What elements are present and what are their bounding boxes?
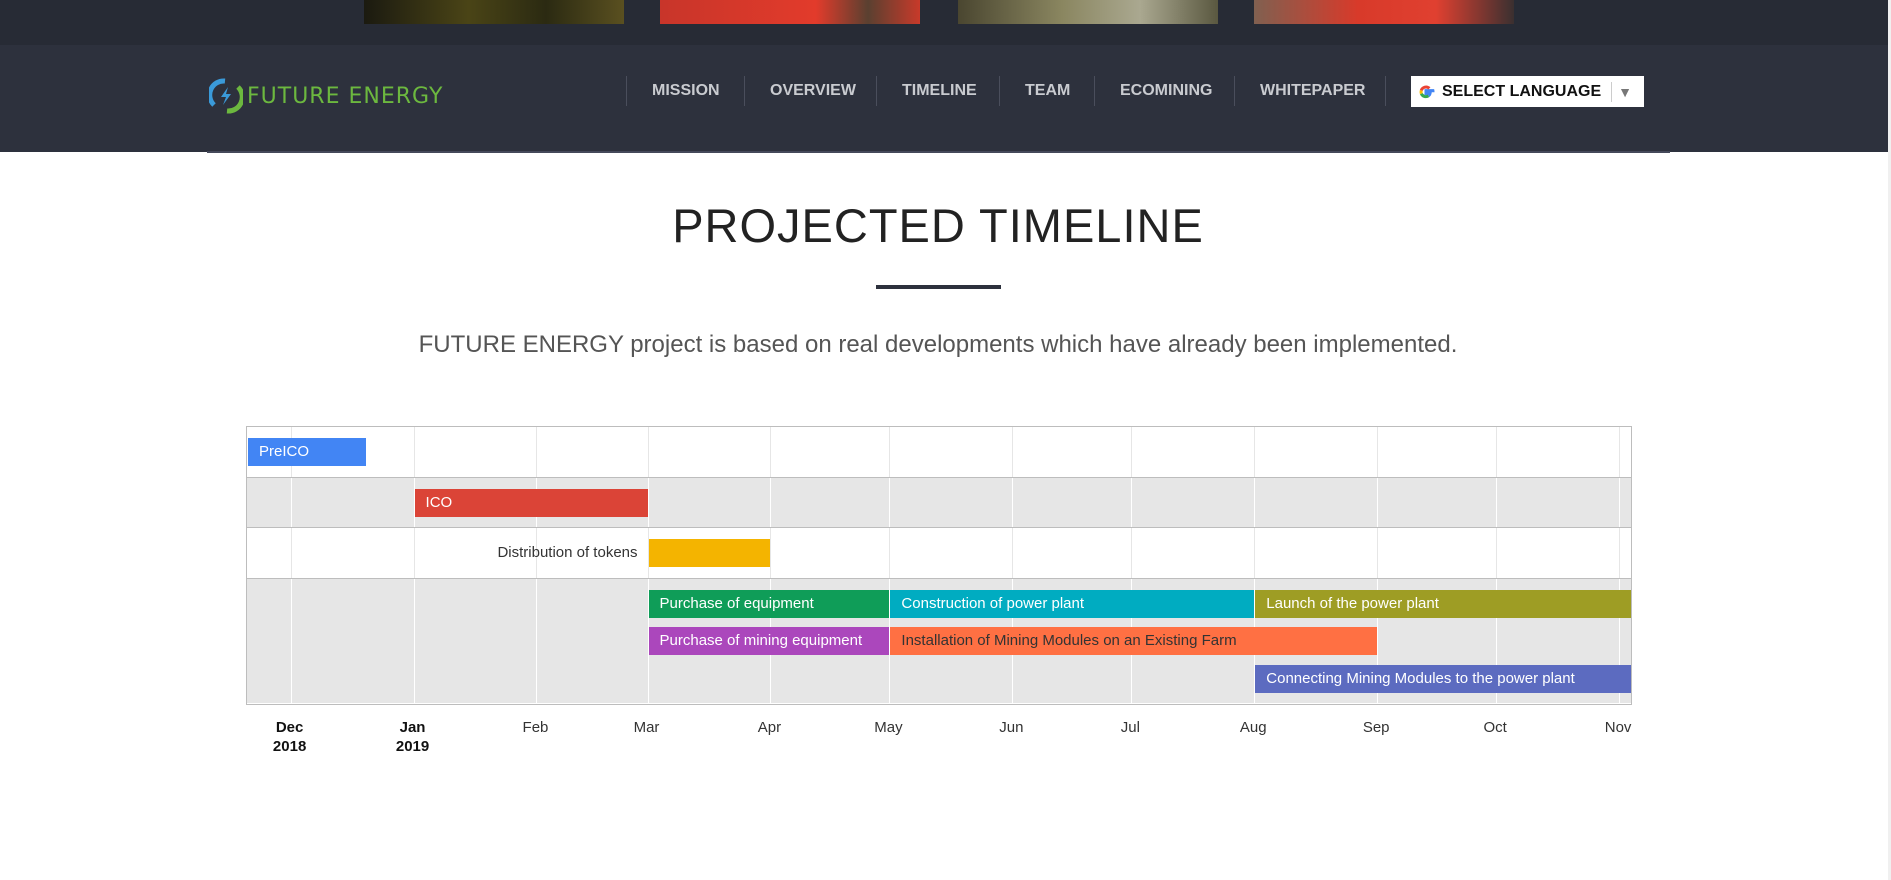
- gridline: [647, 427, 649, 477]
- tick-month: Dec: [275, 719, 304, 736]
- timeline-chart: PreICO ICO Distribution of tokens Purchase …: [246, 426, 1632, 705]
- axis-tick-label: Jul: [1090, 718, 1170, 737]
- gridline: [290, 528, 292, 578]
- gridline: [889, 528, 891, 578]
- logo[interactable]: FUTURE ENERGY: [209, 78, 443, 114]
- tick-month: Jul: [1120, 719, 1140, 736]
- gridline: [290, 477, 292, 527]
- navbar-divider: [207, 151, 1670, 153]
- timeline-bar[interactable]: ICO: [414, 488, 648, 517]
- nav-team[interactable]: TEAM: [999, 76, 1070, 106]
- timeline-bar[interactable]: PreICO: [248, 438, 366, 466]
- gridline: [1496, 427, 1498, 477]
- nav-separator: [1385, 76, 1386, 106]
- axis-tick-label: Jun: [971, 718, 1051, 737]
- gridline: [413, 578, 415, 703]
- nav-ecomining[interactable]: ECOMINING: [1094, 76, 1212, 106]
- gridline: [770, 477, 772, 527]
- nav-whitepaper[interactable]: WHITEPAPER: [1234, 76, 1365, 106]
- nav-overview[interactable]: OVERVIEW: [744, 76, 856, 106]
- tick-month: Jan: [399, 719, 426, 736]
- axis-tick-label: Feb: [495, 718, 575, 737]
- axis-tick-label: Aug: [1213, 718, 1293, 737]
- logo-text: FUTURE ENERGY: [247, 83, 444, 109]
- gridline: [1496, 528, 1498, 578]
- axis-tick-label: Sep: [1336, 718, 1416, 737]
- timeline-bar[interactable]: [648, 539, 771, 567]
- tick-year: 2018: [272, 738, 307, 755]
- axis-tick-label: Apr: [729, 718, 809, 737]
- gridline: [413, 427, 415, 477]
- gridline: [1012, 427, 1014, 477]
- tick-month: Nov: [1604, 719, 1632, 736]
- timeline-bar-label: Distribution of tokens: [497, 544, 638, 561]
- gridline: [1131, 477, 1133, 527]
- timeline-bar[interactable]: Purchase of mining equipment: [648, 627, 890, 655]
- axis-tick-label: Dec 2018: [250, 718, 330, 756]
- tick-month: Mar: [633, 719, 660, 736]
- gridline: [889, 477, 891, 527]
- timeline-bar[interactable]: Launch of the power plant: [1255, 589, 1631, 618]
- axis-tick-label: Mar: [607, 718, 687, 737]
- tick-month: Sep: [1362, 719, 1390, 736]
- axis-tick-label: May: [848, 718, 928, 737]
- gridline: [889, 427, 891, 477]
- page-subtitle: FUTURE ENERGY project is based on real d…: [418, 331, 1458, 358]
- gridline: [770, 528, 772, 578]
- gallery-image[interactable]: [958, 0, 1218, 24]
- gridline: [1619, 427, 1621, 477]
- axis-tick-label: Nov: [1578, 718, 1658, 737]
- timeline-bar[interactable]: Purchase of equipment: [648, 589, 890, 618]
- timeline-bar[interactable]: Installation of Mining Modules on an Exi…: [890, 627, 1378, 655]
- page-title: PROJECTED TIMELINE: [672, 199, 1204, 252]
- gridline: [1254, 477, 1256, 527]
- gridline: [536, 578, 538, 703]
- gridline: [536, 427, 538, 477]
- gridline: [1254, 528, 1256, 578]
- nav-timeline[interactable]: TIMELINE: [876, 76, 977, 106]
- gridline: [1619, 477, 1621, 527]
- axis-tick-label: Jan 2019: [373, 718, 453, 756]
- google-icon: [1419, 85, 1435, 98]
- language-select[interactable]: SELECT LANGUAGE ▼: [1411, 76, 1644, 107]
- timeline-bar[interactable]: Connecting Mining Modules to the power p…: [1255, 664, 1631, 693]
- axis-tick-label: Oct: [1455, 718, 1535, 737]
- gridline: [1254, 427, 1256, 477]
- gridline: [1377, 477, 1379, 527]
- timeline-bar[interactable]: Construction of power plant: [890, 589, 1255, 618]
- tick-month: Apr: [757, 719, 782, 736]
- timeline-row: [247, 427, 1631, 478]
- dropdown-arrow-icon: ▼: [1618, 83, 1632, 100]
- gallery-image[interactable]: [1254, 0, 1514, 24]
- tick-month: Oct: [1483, 719, 1507, 736]
- divider: [1611, 81, 1613, 102]
- energy-cycle-icon: [209, 78, 243, 114]
- language-label: SELECT LANGUAGE: [1442, 82, 1602, 100]
- tick-month: Aug: [1239, 719, 1267, 736]
- gridline: [290, 578, 292, 703]
- gridline: [1377, 427, 1379, 477]
- tick-month: Jun: [999, 719, 1024, 736]
- tick-month: Feb: [522, 719, 549, 736]
- gridline: [770, 427, 772, 477]
- nav-mission[interactable]: MISSION: [626, 76, 745, 106]
- gallery-image[interactable]: [364, 0, 624, 24]
- gridline: [1012, 477, 1014, 527]
- gridline: [1496, 477, 1498, 527]
- gridline: [1131, 427, 1133, 477]
- gridline: [647, 477, 649, 527]
- tick-month: May: [874, 719, 903, 736]
- gridline: [1131, 528, 1133, 578]
- top-image-strip: [0, 0, 1888, 45]
- gallery-image[interactable]: [660, 0, 920, 24]
- title-underline: [876, 285, 1001, 289]
- gridline: [1012, 528, 1014, 578]
- gridline: [1619, 528, 1621, 578]
- tick-year: 2019: [395, 738, 430, 755]
- gridline: [1377, 528, 1379, 578]
